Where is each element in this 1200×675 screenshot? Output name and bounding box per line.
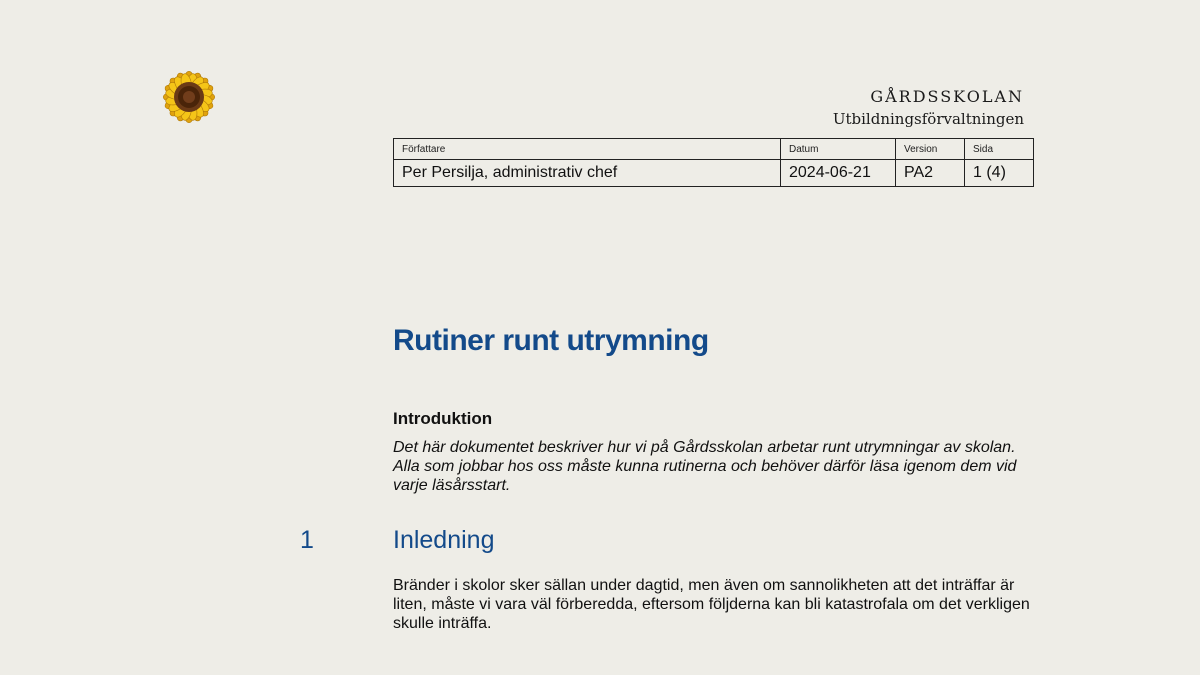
page-value: 1 (4): [964, 159, 1034, 187]
organization-header: GÅRDSSKOLAN Utbildningsförvaltningen: [833, 86, 1024, 130]
organization-department: Utbildningsförvaltningen: [832, 110, 1024, 128]
meta-value-row: Per Persilja, administrativ chef 2024-06…: [393, 159, 1034, 187]
document-title: Rutiner runt utrymning: [393, 324, 709, 357]
section-paragraph: Bränder i skolor sker sällan under dagti…: [393, 577, 1030, 632]
intro-heading: Introduktion: [393, 409, 493, 428]
version-value: PA2: [895, 159, 965, 187]
intro-paragraph: Det här dokumentet beskriver hur vi på G…: [393, 439, 1017, 494]
sunflower-icon: [163, 71, 215, 123]
version-label: Version: [895, 138, 965, 160]
author-value: Per Persilja, administrativ chef: [393, 159, 781, 187]
section-number: 1: [300, 526, 314, 554]
organization-name: GÅRDSSKOLAN: [870, 87, 1024, 106]
date-value: 2024-06-21: [780, 159, 896, 187]
page-label: Sida: [964, 138, 1034, 160]
author-label: Författare: [393, 138, 781, 160]
meta-label-row: Författare Datum Version Sida: [393, 138, 1034, 160]
date-label: Datum: [780, 138, 896, 160]
section-title: Inledning: [393, 526, 495, 554]
document-meta-table: Författare Datum Version Sida Per Persil…: [393, 138, 1034, 187]
